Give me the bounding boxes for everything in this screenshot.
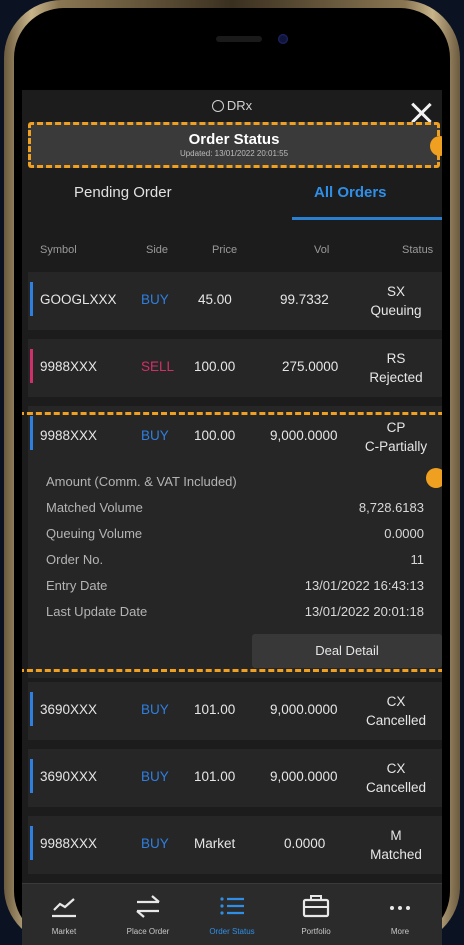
status-text: Queuing: [370, 303, 422, 318]
page-title: Order Status: [188, 131, 280, 148]
nav-label: Place Order: [126, 927, 170, 936]
nav-place-order[interactable]: Place Order: [106, 884, 190, 945]
order-row[interactable]: GOOGLXXX BUY 45.00 99.7332 SX Queuing: [28, 272, 442, 330]
briefcase-icon: [302, 895, 330, 918]
nav-market[interactable]: Market: [22, 884, 106, 945]
tab-all-orders[interactable]: All Orders: [314, 184, 387, 201]
phone-screen: DRx Order Status Updated: 13/01/2022 20:…: [22, 20, 442, 945]
brand-name: DRx: [226, 98, 253, 113]
order-side: SELL: [141, 359, 175, 374]
order-symbol: 9988XXX: [40, 359, 98, 374]
detail-highlight-box: [22, 412, 442, 672]
page-header: Order Status Updated: 13/01/2022 20:01:5…: [28, 122, 440, 168]
order-vol: 9,000.0000: [270, 769, 338, 784]
order-status: M Matched: [356, 826, 436, 864]
order-row[interactable]: 3690XXX BUY 101.00 9,000.0000 CX Cancell…: [28, 682, 442, 740]
order-price: Market: [194, 836, 236, 851]
order-symbol: GOOGLXXX: [40, 292, 117, 307]
app-view: DRx Order Status Updated: 13/01/2022 20:…: [22, 90, 442, 945]
nav-label: Market: [51, 927, 77, 936]
column-side: Side: [146, 244, 169, 256]
status-code: CX: [386, 694, 406, 709]
updated-timestamp: Updated: 13/01/2022 20:01:55: [179, 149, 289, 158]
status-text: Rejected: [369, 370, 423, 385]
status-text: Cancelled: [365, 713, 427, 728]
order-tabs: Pending Order All Orders: [22, 170, 442, 220]
bottom-nav: Market Place Order Order Status Portfoli…: [22, 883, 442, 945]
column-price: Price: [212, 244, 238, 256]
order-row[interactable]: 3690XXX BUY 101.00 9,000.0000 CX Cancell…: [28, 749, 442, 807]
tab-pending-order[interactable]: Pending Order: [74, 184, 172, 201]
list-icon: [220, 897, 244, 915]
order-side: BUY: [141, 769, 169, 784]
swap-arrows-icon: [136, 895, 160, 918]
order-side: BUY: [141, 702, 169, 717]
order-vol: 9,000.0000: [270, 702, 338, 717]
speaker-grille: [216, 36, 262, 42]
nav-label: More: [390, 927, 410, 936]
status-code: CX: [386, 761, 406, 776]
brand-row: DRx: [22, 98, 442, 113]
order-side: BUY: [141, 836, 169, 851]
status-text: Cancelled: [365, 780, 427, 795]
status-code: SX: [386, 284, 405, 299]
order-price: 101.00: [194, 769, 236, 784]
front-camera: [278, 34, 288, 44]
order-status: CX Cancelled: [356, 692, 436, 730]
active-tab-indicator: [292, 217, 442, 220]
order-status: SX Queuing: [356, 282, 436, 320]
row-accent-bar: [30, 826, 33, 860]
row-accent-bar: [30, 282, 33, 316]
order-row[interactable]: 9988XXX BUY Market 0.0000 M Matched: [28, 816, 442, 874]
chart-line-icon: [52, 898, 76, 918]
order-price: 100.00: [194, 359, 236, 374]
order-symbol: 3690XXX: [40, 769, 98, 784]
nav-more[interactable]: More: [358, 884, 442, 945]
column-symbol: Symbol: [40, 244, 77, 256]
row-accent-bar: [30, 692, 33, 726]
nav-order-status[interactable]: Order Status: [190, 884, 274, 945]
drx-logo-icon: [211, 100, 224, 112]
nav-label: Portfolio: [301, 927, 331, 936]
order-status: RS Rejected: [356, 349, 436, 387]
order-row[interactable]: 9988XXX SELL 100.00 275.0000 RS Rejected: [28, 339, 442, 397]
order-vol: 99.7332: [280, 292, 329, 307]
order-symbol: 3690XXX: [40, 702, 98, 717]
row-accent-bar: [30, 349, 33, 383]
nav-portfolio[interactable]: Portfolio: [274, 884, 358, 945]
detail-callout-line: [438, 476, 442, 479]
nav-label: Order Status: [209, 927, 255, 936]
status-text: Matched: [370, 847, 422, 862]
status-code: RS: [386, 351, 406, 366]
order-symbol: 9988XXX: [40, 836, 98, 851]
status-code: M: [390, 828, 402, 843]
column-status: Status: [402, 244, 434, 256]
order-status: CX Cancelled: [356, 759, 436, 797]
more-dots-icon: [390, 906, 410, 910]
order-vol: 275.0000: [282, 359, 339, 374]
order-price: 101.00: [194, 702, 236, 717]
order-price: 45.00: [198, 292, 232, 307]
column-vol: Vol: [314, 244, 330, 256]
row-accent-bar: [30, 759, 33, 793]
order-side: BUY: [141, 292, 169, 307]
order-vol: 0.0000: [284, 836, 326, 851]
